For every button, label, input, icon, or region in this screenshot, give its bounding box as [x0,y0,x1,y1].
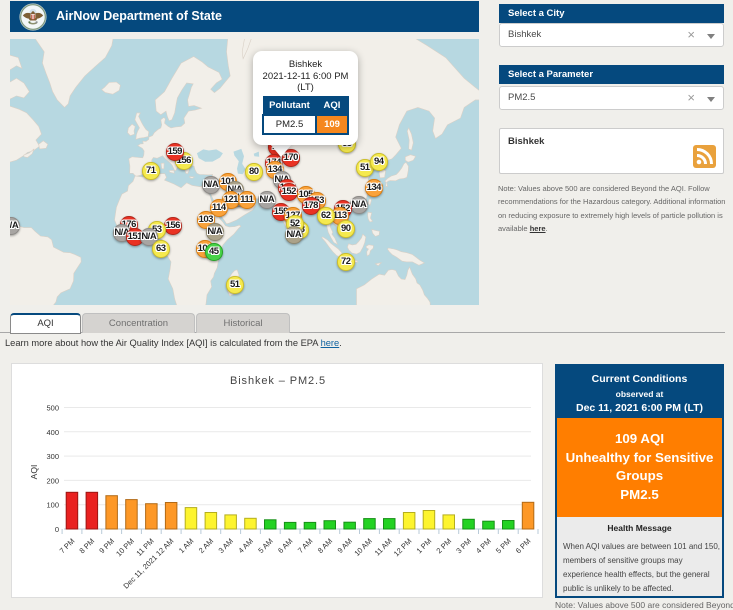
svg-text:7 AM: 7 AM [296,537,314,555]
svg-text:11 AM: 11 AM [373,537,394,558]
svg-text:300: 300 [46,452,59,461]
svg-text:4 PM: 4 PM [474,537,493,556]
svg-text:500: 500 [46,404,59,413]
svg-text:AQI: AQI [29,465,39,480]
svg-text:10 AM: 10 AM [352,537,373,558]
svg-text:9 AM: 9 AM [336,537,354,555]
svg-text:10 PM: 10 PM [114,537,136,559]
svg-text:5 AM: 5 AM [256,537,274,555]
svg-text:12 PM: 12 PM [392,537,414,559]
svg-text:2 AM: 2 AM [197,537,215,555]
svg-text:1 PM: 1 PM [415,537,434,556]
svg-text:100: 100 [46,501,59,510]
svg-text:6 PM: 6 PM [514,537,533,556]
svg-text:3 AM: 3 AM [217,537,235,555]
svg-text:6 AM: 6 AM [276,537,294,555]
svg-text:9 PM: 9 PM [97,537,116,556]
svg-text:400: 400 [46,428,59,437]
svg-text:0: 0 [55,525,59,534]
svg-text:Bishkek – PM2.5: Bishkek – PM2.5 [230,375,326,387]
svg-text:200: 200 [46,476,59,485]
svg-text:3 PM: 3 PM [454,537,473,556]
svg-text:4 AM: 4 AM [236,537,254,555]
svg-text:8 PM: 8 PM [77,537,96,556]
svg-text:7 PM: 7 PM [58,537,77,556]
svg-text:5 PM: 5 PM [494,537,513,556]
svg-text:1 AM: 1 AM [177,537,195,555]
svg-text:2 PM: 2 PM [434,537,453,556]
svg-text:8 AM: 8 AM [316,537,334,555]
